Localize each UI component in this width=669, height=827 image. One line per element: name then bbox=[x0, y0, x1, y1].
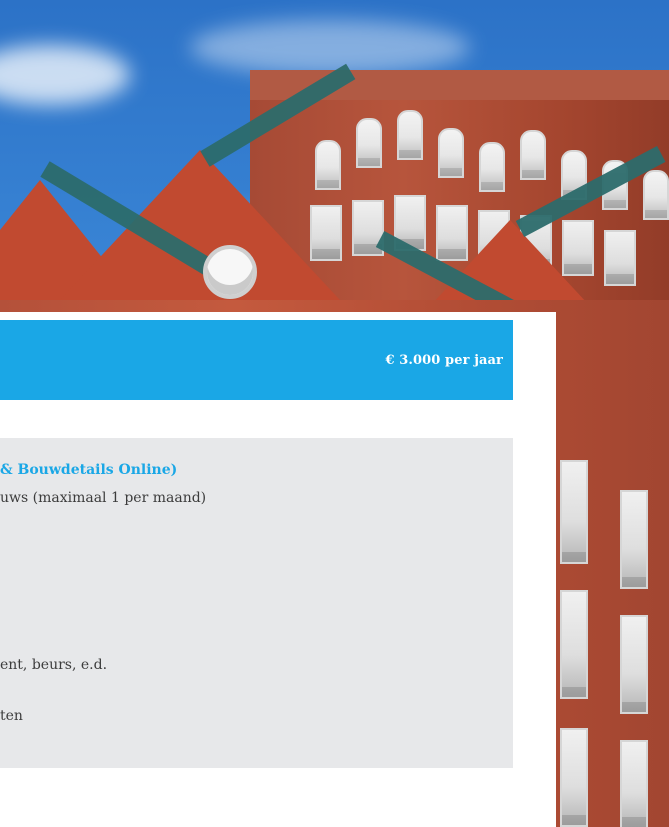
panel-header: € 3.000 per jaar bbox=[0, 320, 513, 400]
cloud bbox=[190, 20, 470, 75]
facade-window bbox=[620, 490, 648, 589]
arched-window bbox=[356, 118, 382, 168]
facade-window bbox=[560, 460, 588, 564]
facade-window bbox=[620, 740, 648, 827]
pricing-panel: € 3.000 per jaar & Bouwdetails Online) u… bbox=[0, 320, 513, 768]
arched-window bbox=[479, 142, 505, 192]
facade-window bbox=[620, 615, 648, 714]
gable-roof bbox=[60, 150, 340, 300]
facade-window bbox=[560, 590, 588, 699]
content-line: ent, beurs, e.d. bbox=[0, 657, 108, 673]
content-line: uws (maximaal 1 per maand) bbox=[0, 490, 207, 506]
arched-window bbox=[520, 130, 546, 180]
round-window bbox=[203, 245, 257, 299]
arched-window bbox=[397, 110, 423, 160]
panel-content: & Bouwdetails Online) uws (maximaal 1 pe… bbox=[0, 438, 513, 768]
facade-window bbox=[560, 728, 588, 827]
arched-window bbox=[438, 128, 464, 178]
arched-window bbox=[643, 170, 669, 220]
content-line: ten bbox=[0, 708, 23, 724]
price: € 3.000 per jaar bbox=[385, 353, 503, 368]
content-line-title: & Bouwdetails Online) bbox=[0, 462, 178, 478]
